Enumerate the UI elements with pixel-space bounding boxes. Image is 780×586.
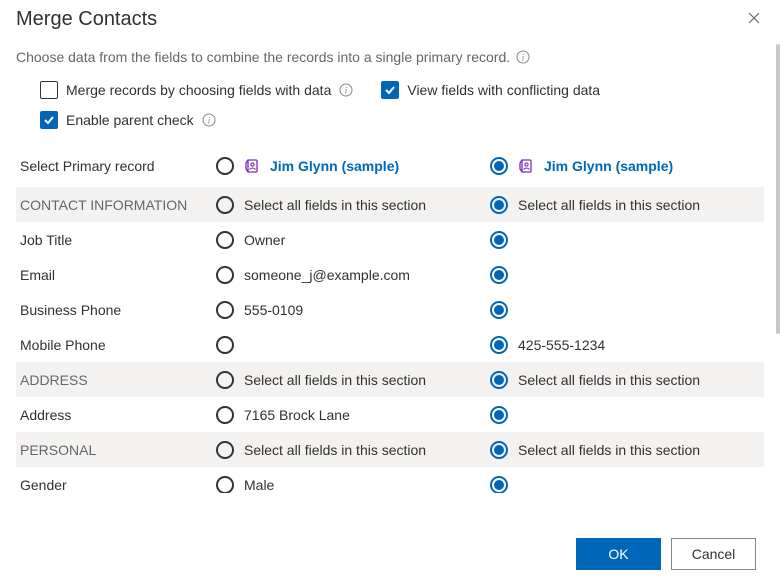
select-primary-label: Select Primary record (16, 158, 216, 174)
field-label: Email (16, 267, 216, 283)
field-label: Address (16, 407, 216, 423)
field-a-radio[interactable] (216, 231, 234, 249)
field-b-value: 425-555-1234 (518, 337, 605, 353)
primary-record-a-radio[interactable] (216, 157, 234, 175)
field-a-value: Owner (244, 232, 285, 248)
section-select-all-a-radio[interactable] (216, 441, 234, 459)
section-select-all-label: Select all fields in this section (244, 372, 426, 388)
dialog-title: Merge Contacts (16, 8, 744, 31)
section-select-all-b-radio[interactable] (490, 441, 508, 459)
section-header: ADDRESS (16, 372, 216, 388)
field-label: Gender (16, 477, 216, 493)
field-label: Job Title (16, 232, 216, 248)
dialog-description: Choose data from the fields to combine t… (16, 49, 510, 65)
info-icon[interactable]: i (202, 113, 216, 127)
contact-icon (518, 158, 534, 174)
field-b-radio[interactable] (490, 336, 508, 354)
field-a-value: someone_j@example.com (244, 267, 410, 283)
parent-check-checkbox[interactable] (40, 111, 58, 129)
merge-by-fields-checkbox[interactable] (40, 81, 58, 99)
field-b-radio[interactable] (490, 301, 508, 319)
conflicting-label: View fields with conflicting data (407, 82, 600, 98)
field-a-value: 7165 Brock Lane (244, 407, 350, 423)
section-select-all-label: Select all fields in this section (518, 442, 700, 458)
field-a-radio[interactable] (216, 476, 234, 494)
section-select-all-a-radio[interactable] (216, 196, 234, 214)
close-icon (748, 12, 760, 24)
conflicting-checkbox[interactable] (381, 81, 399, 99)
field-a-radio[interactable] (216, 336, 234, 354)
primary-record-b-radio[interactable] (490, 157, 508, 175)
parent-check-label: Enable parent check (66, 112, 194, 128)
svg-text:i: i (207, 116, 210, 126)
field-b-radio[interactable] (490, 406, 508, 424)
section-header: CONTACT INFORMATION (16, 197, 216, 213)
info-icon[interactable]: i (339, 83, 353, 97)
field-a-value: 555-0109 (244, 302, 303, 318)
section-header: PERSONAL (16, 442, 216, 458)
svg-text:i: i (345, 86, 348, 96)
section-select-all-b-radio[interactable] (490, 196, 508, 214)
field-label: Business Phone (16, 302, 216, 318)
info-icon[interactable]: i (516, 50, 530, 64)
section-select-all-a-radio[interactable] (216, 371, 234, 389)
section-select-all-label: Select all fields in this section (244, 197, 426, 213)
record-b-name[interactable]: Jim Glynn (sample) (544, 158, 673, 174)
record-a-name[interactable]: Jim Glynn (sample) (270, 158, 399, 174)
scrollbar-thumb[interactable] (776, 44, 780, 334)
section-select-all-label: Select all fields in this section (518, 372, 700, 388)
svg-text:i: i (522, 53, 525, 63)
field-a-radio[interactable] (216, 266, 234, 284)
field-a-value: Male (244, 477, 274, 493)
contact-icon (244, 158, 260, 174)
field-label: Mobile Phone (16, 337, 216, 353)
field-a-radio[interactable] (216, 301, 234, 319)
close-button[interactable] (744, 8, 764, 28)
merge-by-fields-label: Merge records by choosing fields with da… (66, 82, 331, 98)
cancel-button[interactable]: Cancel (671, 538, 756, 570)
field-b-radio[interactable] (490, 476, 508, 494)
field-b-radio[interactable] (490, 266, 508, 284)
section-select-all-label: Select all fields in this section (244, 442, 426, 458)
section-select-all-b-radio[interactable] (490, 371, 508, 389)
ok-button[interactable]: OK (576, 538, 661, 570)
section-select-all-label: Select all fields in this section (518, 197, 700, 213)
field-b-radio[interactable] (490, 231, 508, 249)
field-a-radio[interactable] (216, 406, 234, 424)
fields-scroll-area[interactable]: Select Primary record Jim Glynn (sample)… (0, 145, 780, 493)
